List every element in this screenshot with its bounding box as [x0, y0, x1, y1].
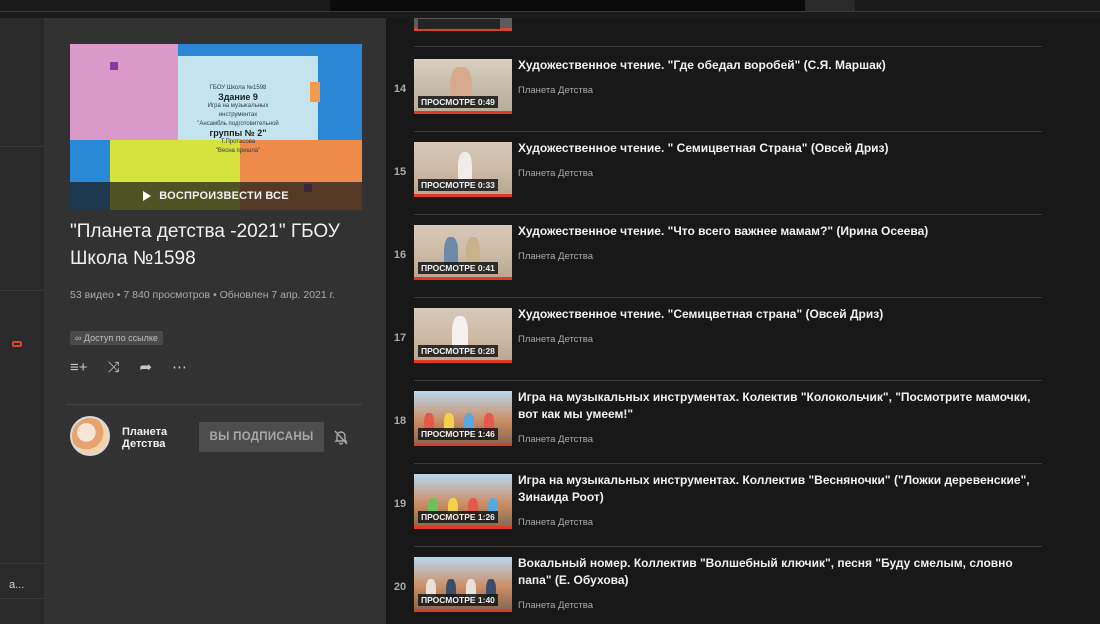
access-badge: ∞ Доступ по ссылке	[70, 331, 163, 345]
playlist-row[interactable]: 15 ПРОСМОТРЕ 0:33 Художественное чтение.…	[386, 132, 1100, 215]
row-index: 14	[393, 83, 407, 95]
watched-overlay: ПРОСМОТРЕ 0:41	[418, 262, 498, 274]
playlist-row[interactable]: 18 ПРОСМОТРЕ 1:46 Игра на музыкальных ин…	[386, 381, 1100, 464]
watched-overlay: ПРОСМОТРЕ 1:46	[418, 428, 498, 440]
video-channel[interactable]: Планета Детства	[518, 251, 593, 262]
top-bar	[0, 0, 1100, 18]
progress-bar	[414, 360, 512, 363]
playlist-thumbnail[interactable]: ГБОУ Школа №1598 Здание 9 Игра на музыка…	[70, 44, 362, 210]
more-icon[interactable]: ⋯	[172, 359, 187, 377]
watched-overlay: ПРОСМОТРЕ 1:26	[418, 511, 498, 523]
playlist-row[interactable]: 14 ПРОСМОТРЕ 0:49 Художественное чтение.…	[386, 49, 1100, 132]
playlist-row[interactable]: 20 ПРОСМОТРЕ 1:40 Вокальный номер. Колле…	[386, 547, 1100, 624]
playlist-row[interactable]: 17 ПРОСМОТРЕ 0:28 Художественное чтение.…	[386, 298, 1100, 381]
rail-item-label[interactable]: a...	[9, 579, 24, 591]
share-icon[interactable]: ➦	[140, 359, 153, 377]
row-index: 18	[393, 415, 407, 427]
thumb-caption-line: ГБОУ Школа №1598	[209, 85, 267, 91]
video-title[interactable]: Художественное чтение. "Семицветная стра…	[518, 306, 1038, 323]
playlist-row[interactable]: 16 ПРОСМОТРЕ 0:41 Художественное чтение.…	[386, 215, 1100, 298]
channel-name[interactable]: Планета Детства	[122, 426, 192, 450]
video-channel[interactable]: Планета Детства	[518, 168, 593, 179]
left-rail: a...	[0, 18, 44, 624]
thumb-caption-line: инструментах	[218, 112, 258, 118]
top-bar-divider	[0, 11, 1100, 12]
video-channel[interactable]: Планета Детства	[518, 334, 593, 345]
video-channel[interactable]: Планета Детства	[518, 85, 593, 96]
row-index: 16	[393, 249, 407, 261]
playlist-row[interactable]: 19 ПРОСМОТРЕ 1:26 Игра на музыкальных ин…	[386, 464, 1100, 547]
rail-divider	[0, 290, 44, 291]
shuffle-icon[interactable]: ⤨	[108, 359, 120, 377]
sidebar-divider	[66, 404, 362, 405]
playlist-video-list: 14 ПРОСМОТРЕ 0:49 Художественное чтение.…	[386, 18, 1100, 624]
watched-overlay: ПРОСМОТРЕ 0:49	[418, 96, 498, 108]
playlist-actions: ≡+ ⤨ ➦ ⋯	[70, 358, 187, 378]
youtube-playlist-page: a... ГБОУ Школа №1598 Здание 9 Игра на м…	[0, 0, 1100, 624]
video-channel[interactable]: Планета Детства	[518, 600, 593, 611]
rail-divider	[0, 146, 44, 147]
video-thumbnail-partial[interactable]	[414, 18, 512, 31]
live-icon[interactable]	[12, 341, 22, 347]
row-index: 15	[393, 166, 407, 178]
rail-divider	[0, 598, 44, 599]
video-title[interactable]: Вокальный номер. Коллектив "Волшебный кл…	[518, 555, 1038, 589]
video-title[interactable]: Художественное чтение. "Где обедал вороб…	[518, 57, 1038, 74]
video-thumbnail[interactable]: ПРОСМОТРЕ 0:41	[414, 225, 512, 280]
video-channel[interactable]: Планета Детства	[518, 517, 593, 528]
playlist-title: "Планета детства -2021" ГБОУ Школа №1598	[70, 221, 340, 269]
row-index: 20	[393, 581, 407, 593]
video-thumbnail[interactable]: ПРОСМОТРЕ 0:33	[414, 142, 512, 197]
progress-bar	[414, 609, 512, 612]
progress-bar	[414, 277, 512, 280]
watched-overlay: ПРОСМОТРЕ 0:28	[418, 345, 498, 357]
thumb-caption-line: Игра на музыкальных	[207, 103, 269, 109]
video-title[interactable]: Игра на музыкальных инструментах. Колект…	[518, 389, 1038, 423]
play-all-button[interactable]: ВОСПРОИЗВЕСТИ ВСЕ	[70, 182, 362, 210]
thumb-caption-line: Здание 9	[218, 92, 258, 102]
thumb-caption-line: группы № 2"	[209, 128, 267, 138]
thumb-dot-purple	[110, 62, 118, 70]
add-to-queue-icon[interactable]: ≡+	[70, 359, 88, 377]
playlist-sidebar: ГБОУ Школа №1598 Здание 9 Игра на музыка…	[44, 18, 386, 624]
video-title[interactable]: Художественное чтение. "Что всего важнее…	[518, 223, 1038, 240]
overlay-badge	[418, 19, 500, 29]
watched-overlay: ПРОСМОТРЕ 1:40	[418, 594, 498, 606]
thumb-caption-line: "Весна пришла"	[215, 148, 261, 154]
thumb-caption-line: Т.Протасова	[220, 139, 256, 145]
video-channel[interactable]: Планета Детства	[518, 434, 593, 445]
bell-off-icon[interactable]	[332, 428, 350, 446]
progress-bar	[414, 443, 512, 446]
rail-divider	[0, 563, 44, 564]
video-thumbnail[interactable]: ПРОСМОТРЕ 1:40	[414, 557, 512, 612]
playlist-stats: 53 видео • 7 840 просмотров • Обновлен 7…	[70, 289, 336, 301]
video-thumbnail[interactable]: ПРОСМОТРЕ 1:26	[414, 474, 512, 529]
video-thumbnail[interactable]: ПРОСМОТРЕ 1:46	[414, 391, 512, 446]
top-bar-dark-segment	[330, 0, 805, 11]
list-separator	[414, 46, 1042, 47]
watched-overlay: ПРОСМОТРЕ 0:33	[418, 179, 498, 191]
play-all-label: ВОСПРОИЗВЕСТИ ВСЕ	[159, 190, 289, 202]
video-thumbnail[interactable]: ПРОСМОТРЕ 0:28	[414, 308, 512, 363]
video-thumbnail[interactable]: ПРОСМОТРЕ 0:49	[414, 59, 512, 114]
progress-bar	[414, 111, 512, 114]
video-title[interactable]: Игра на музыкальных инструментах. Коллек…	[518, 472, 1038, 506]
thumb-dot-orange	[310, 82, 320, 102]
progress-bar	[414, 194, 512, 197]
row-index: 19	[393, 498, 407, 510]
avatar[interactable]	[70, 416, 110, 456]
row-index: 17	[393, 332, 407, 344]
subscribe-button[interactable]: ВЫ ПОДПИСАНЫ	[199, 422, 324, 452]
progress-bar	[414, 526, 512, 529]
video-title[interactable]: Художественное чтение. " Семицветная Стр…	[518, 140, 1038, 157]
play-icon	[143, 191, 152, 201]
thumbnail-caption: ГБОУ Школа №1598 Здание 9 Игра на музыка…	[178, 84, 298, 156]
